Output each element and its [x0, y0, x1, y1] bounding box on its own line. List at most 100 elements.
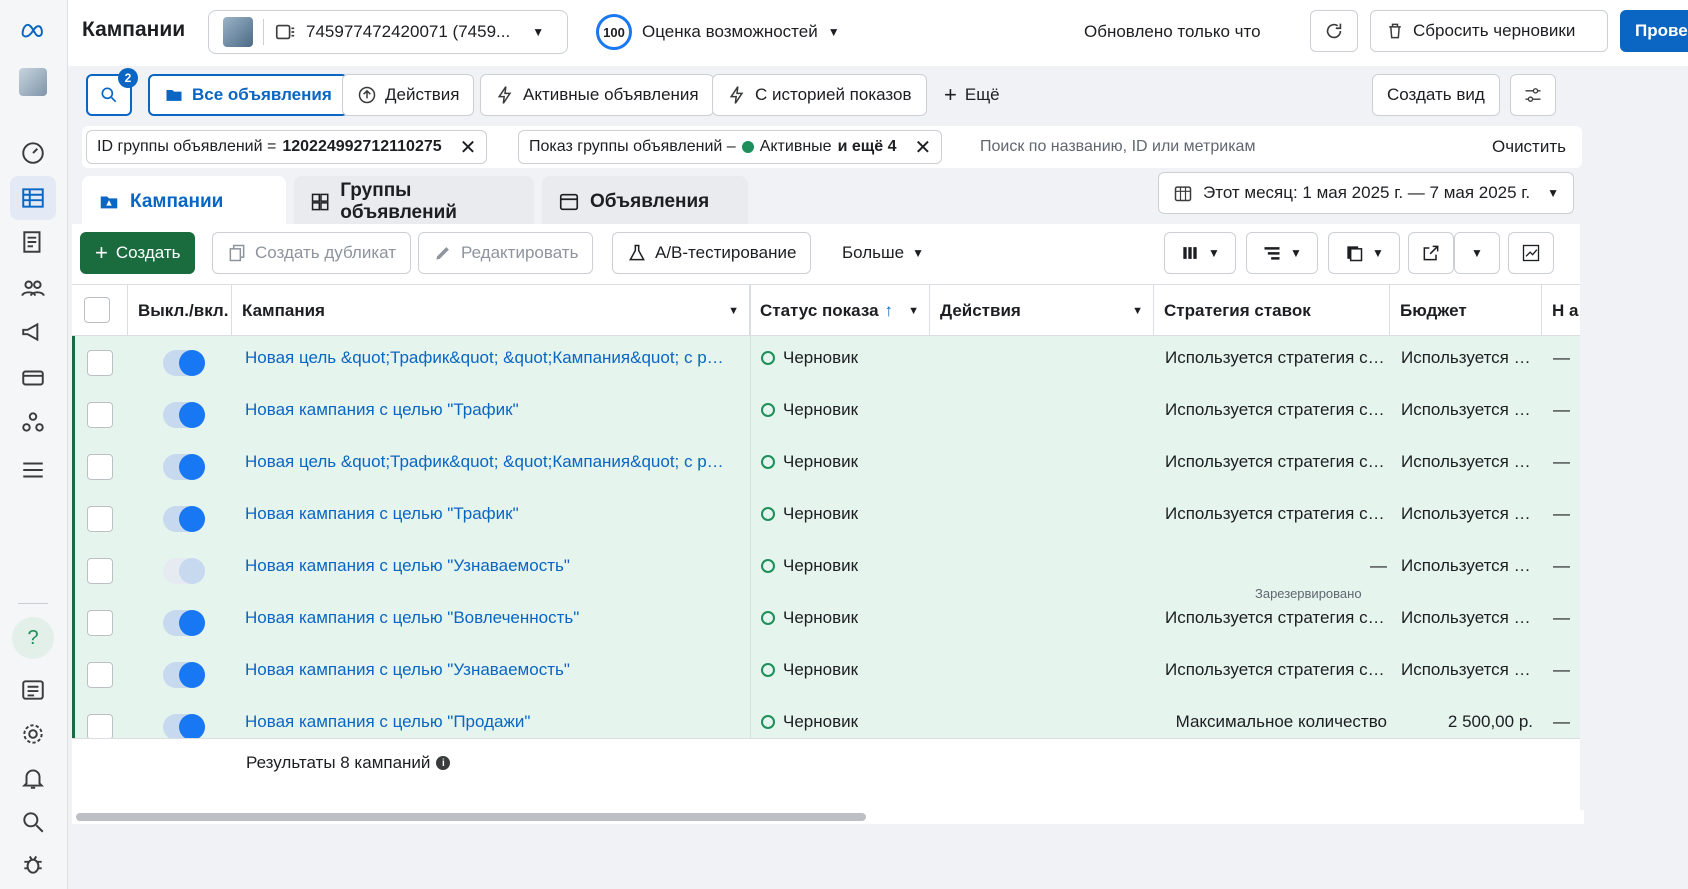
campaign-name-link[interactable]: Новая кампания с целью "Узнаваемость"	[245, 660, 570, 680]
refresh-button[interactable]	[1310, 10, 1358, 52]
dashboard-icon[interactable]	[10, 130, 56, 174]
campaign-name-link[interactable]: Новая кампания с целью "Продажи"	[245, 712, 530, 732]
duplicate-button[interactable]: Создать дубликат	[212, 232, 412, 274]
columns-button[interactable]: ▼	[1164, 232, 1236, 274]
campaign-toggle[interactable]	[163, 506, 205, 532]
review-button[interactable]: Проверит	[1620, 10, 1688, 52]
header-campaign[interactable]: Кампания ▼	[232, 285, 750, 337]
export-button[interactable]	[1408, 232, 1454, 274]
more-button[interactable]: Больше ▼	[828, 232, 938, 274]
header-next[interactable]: Н а	[1542, 285, 1580, 337]
campaign-toggle[interactable]	[163, 610, 205, 636]
campaign-name-link[interactable]: Новая кампания с целью "Трафик"	[245, 504, 519, 524]
edit-button[interactable]: Редактировать	[418, 232, 594, 274]
campaign-toggle[interactable]	[163, 402, 205, 428]
table-row[interactable]: Новая кампания с целью "Трафик" Черновик…	[75, 388, 1580, 440]
campaign-name-link[interactable]: Новая цель &quot;Трафик&quot; &quot;Камп…	[245, 452, 733, 472]
create-view-button[interactable]: Создать вид	[1372, 74, 1500, 116]
view-active-ads[interactable]: Активные объявления	[480, 74, 714, 116]
info-icon[interactable]: i	[436, 756, 451, 770]
close-icon[interactable]: ✕	[914, 135, 931, 160]
reports-button[interactable]: ▼	[1328, 232, 1400, 274]
score-label: Оценка возможностей	[642, 22, 818, 41]
header-bid-strategy[interactable]: Стратегия ставок	[1154, 285, 1390, 337]
status-ring-icon	[761, 507, 775, 521]
tab-campaigns[interactable]: Кампании	[82, 176, 286, 228]
select-all-checkbox[interactable]	[84, 297, 110, 323]
tab-adsets[interactable]: Группы объявлений	[294, 176, 534, 228]
discard-drafts-button[interactable]: Сбросить черновики	[1370, 10, 1608, 52]
clear-filters-link[interactable]: Очистить	[1492, 137, 1566, 157]
menu-icon[interactable]	[10, 448, 56, 492]
opportunity-score[interactable]: 100 Оценка возможностей ▼	[596, 14, 840, 50]
table-row[interactable]: Новая кампания с целью "Вовлеченность" Ч…	[75, 596, 1580, 648]
create-button[interactable]: + Создать	[80, 232, 196, 274]
header-delivery[interactable]: Статус показа ↑ ▼	[750, 285, 930, 337]
table-row[interactable]: Новая кампания с целью "Трафик" Черновик…	[75, 492, 1580, 544]
account-avatar[interactable]	[10, 60, 56, 104]
view-more[interactable]: + Ещё	[930, 74, 1014, 116]
view-with-impressions[interactable]: С историей показов	[712, 74, 927, 116]
row-checkbox[interactable]	[87, 558, 113, 584]
more-label: Больше	[842, 243, 905, 262]
campaign-toggle[interactable]	[163, 714, 205, 740]
filter-chip-delivery[interactable]: Показ группы объявлений – Активные и ещё…	[518, 130, 943, 164]
bug-icon[interactable]	[10, 842, 56, 886]
row-checkbox[interactable]	[87, 350, 113, 376]
search-icon[interactable]	[10, 800, 56, 844]
row-checkbox[interactable]	[87, 714, 113, 740]
tab-ads[interactable]: Объявления	[542, 176, 748, 228]
billing-icon[interactable]	[10, 356, 56, 400]
filter-chip-adset-id[interactable]: ID группы объявлений = 12022499271211027…	[86, 130, 488, 164]
close-icon[interactable]: ✕	[460, 135, 477, 160]
gear-icon[interactable]	[10, 712, 56, 756]
horizontal-scrollbar[interactable]	[76, 810, 1584, 824]
export-options-button[interactable]: ▼	[1454, 232, 1500, 274]
breakdown-button[interactable]: ▼	[1246, 232, 1318, 274]
campaign-toggle[interactable]	[163, 662, 205, 688]
filter-label: ID группы объявлений =	[97, 138, 277, 155]
header-budget[interactable]: Бюджет	[1390, 285, 1542, 337]
table-row[interactable]: Новая кампания с целью "Узнаваемость" Че…	[75, 648, 1580, 700]
header-toggle[interactable]: Выкл./вкл.	[128, 285, 232, 337]
row-checkbox[interactable]	[87, 506, 113, 532]
date-range-picker[interactable]: Этот месяц: 1 мая 2025 г. — 7 мая 2025 г…	[1158, 172, 1574, 214]
account-selector[interactable]: 745977472420071 (7459... ▼	[208, 10, 568, 54]
row-checkbox[interactable]	[87, 402, 113, 428]
table-row[interactable]: Новая кампания с целью "Узнаваемость" Че…	[75, 544, 1580, 601]
news-icon[interactable]	[10, 668, 56, 712]
campaign-name-link[interactable]: Новая цель &quot;Трафик&quot; &quot;Камп…	[245, 348, 733, 368]
header-actions[interactable]: Действия ▼	[930, 285, 1154, 337]
megaphone-icon[interactable]	[10, 310, 56, 354]
status-ring-icon	[761, 403, 775, 417]
delivery-status: Черновик	[761, 504, 858, 524]
totals-text: Результаты 8 кампаний	[246, 753, 431, 772]
scrollbar-thumb[interactable]	[76, 813, 866, 821]
table-row[interactable]: Новая цель &quot;Трафик&quot; &quot;Камп…	[75, 440, 1580, 492]
audience-icon[interactable]	[10, 266, 56, 310]
business-icon[interactable]	[10, 400, 56, 444]
help-icon[interactable]: ?	[10, 616, 56, 660]
pages-icon[interactable]	[10, 220, 56, 264]
campaign-toggle[interactable]	[163, 454, 205, 480]
filter-search-input[interactable]: Поиск по названию, ID или метрикам	[980, 138, 1255, 156]
campaign-toggle[interactable]	[163, 558, 205, 584]
row-checkbox[interactable]	[87, 662, 113, 688]
caret-down-icon: ▼	[1372, 246, 1384, 260]
bell-icon[interactable]	[10, 756, 56, 800]
campaign-toggle[interactable]	[163, 350, 205, 376]
table-icon[interactable]	[10, 176, 56, 220]
view-actions[interactable]: Действия	[342, 74, 475, 116]
view-all-ads[interactable]: Все объявления	[148, 74, 348, 116]
campaign-name-link[interactable]: Новая кампания с целью "Узнаваемость"	[245, 556, 570, 576]
search-filter-button[interactable]: 2	[86, 68, 138, 116]
table-row[interactable]: Новая цель &quot;Трафик&quot; &quot;Камп…	[75, 336, 1580, 388]
meta-logo-icon[interactable]	[10, 8, 56, 52]
campaign-name-link[interactable]: Новая кампания с целью "Трафик"	[245, 400, 519, 420]
campaign-name-link[interactable]: Новая кампания с целью "Вовлеченность"	[245, 608, 579, 628]
view-settings-button[interactable]	[1510, 74, 1556, 116]
ab-test-button[interactable]: A/B-тестирование	[612, 232, 812, 274]
row-checkbox[interactable]	[87, 610, 113, 636]
charts-button[interactable]	[1508, 232, 1554, 274]
row-checkbox[interactable]	[87, 454, 113, 480]
